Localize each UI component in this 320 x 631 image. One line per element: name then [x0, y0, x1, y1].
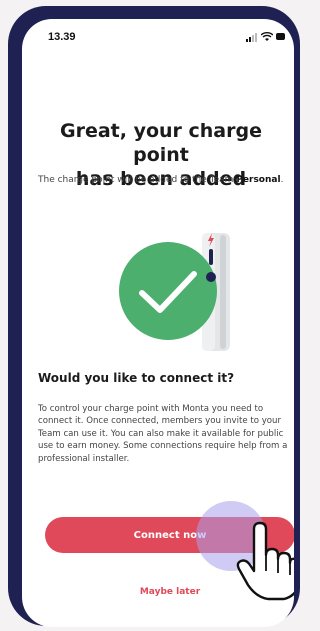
connect-heading: Would you like to connect it?	[38, 371, 235, 385]
connect-description: To control your charge point with Monta …	[38, 404, 288, 464]
subtitle-suffix: .	[280, 175, 284, 185]
charger-plug	[206, 272, 216, 282]
phone-frame: 13.39 Great, your charge point has been …	[8, 6, 300, 627]
maybe-later-link[interactable]: Maybe later	[45, 587, 294, 597]
charger-illustration	[119, 233, 230, 351]
wifi-icon	[261, 32, 273, 41]
team-info-text: The charge point will be added to the Te…	[38, 174, 288, 187]
subtitle-prefix: The charge point will be added to the Te…	[38, 175, 234, 185]
battery-icon	[276, 33, 285, 40]
status-bar: 13.39	[22, 19, 294, 43]
status-time: 13.39	[48, 31, 76, 43]
charger-indicator	[209, 249, 213, 265]
app-screen: 13.39 Great, your charge point has been …	[22, 19, 294, 627]
success-circle	[119, 242, 217, 340]
team-name: Personal	[236, 175, 281, 185]
signal-icon	[246, 33, 257, 42]
title-line-1: Great, your charge point	[59, 120, 262, 166]
